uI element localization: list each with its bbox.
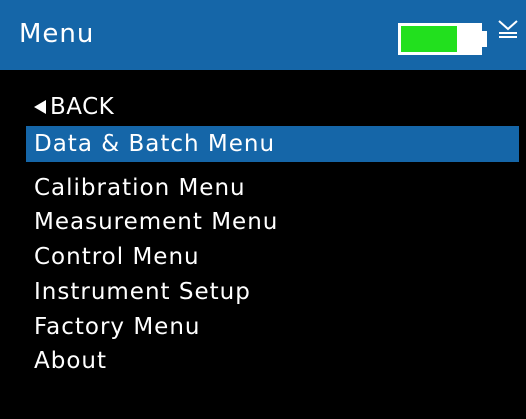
back-label: BACK bbox=[50, 94, 115, 120]
page-title: Menu bbox=[19, 19, 95, 49]
header-bar: Menu bbox=[0, 0, 526, 70]
menu-item-measurement[interactable]: Measurement Menu bbox=[26, 204, 519, 240]
battery-icon bbox=[398, 23, 482, 55]
menu-item-instrument-setup[interactable]: Instrument Setup bbox=[26, 274, 519, 310]
menu-item-control[interactable]: Control Menu bbox=[26, 239, 519, 275]
menu-item-data-batch[interactable]: Data & Batch Menu bbox=[26, 126, 519, 162]
back-arrow-icon bbox=[34, 100, 46, 114]
menu-item-calibration[interactable]: Calibration Menu bbox=[26, 170, 519, 206]
battery-tip bbox=[482, 31, 487, 47]
usb-connected-icon bbox=[498, 20, 518, 38]
menu-item-about[interactable]: About bbox=[26, 343, 519, 379]
device-screen: Menu BACK Data & Batch Menu Calibration … bbox=[0, 0, 526, 419]
back-button[interactable]: BACK bbox=[34, 92, 114, 122]
menu-item-factory[interactable]: Factory Menu bbox=[26, 309, 519, 345]
battery-level-fill bbox=[401, 26, 457, 52]
